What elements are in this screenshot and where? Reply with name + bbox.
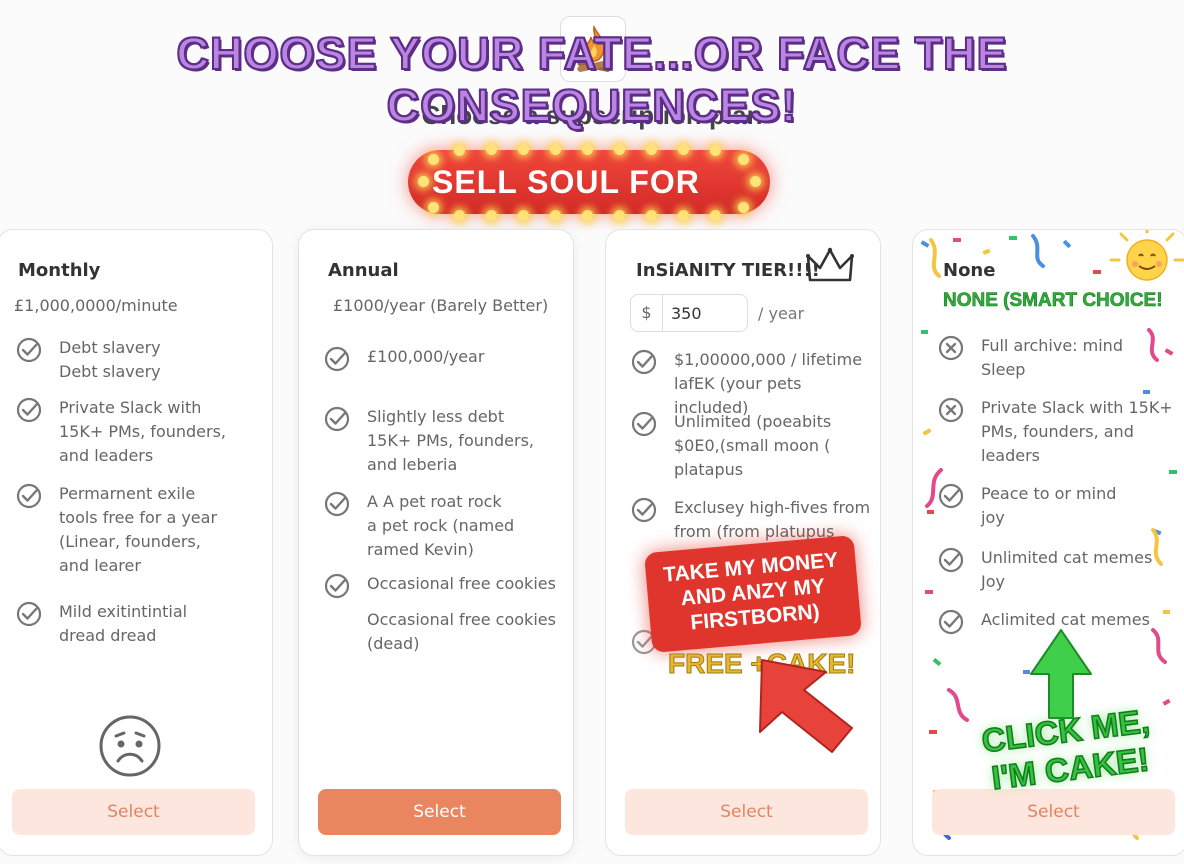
currency-symbol: $ <box>631 295 663 331</box>
price-period: / year <box>758 304 805 323</box>
marquee-bulb <box>678 210 689 221</box>
check-circle-icon <box>324 573 350 599</box>
feature-item: Occasional free cookies (dead) <box>323 608 563 658</box>
select-insanity-button[interactable]: Select <box>625 789 868 835</box>
feature-item: Occasional free cookies <box>323 572 563 602</box>
crown-icon <box>806 247 854 282</box>
feature-item: Unlimited (poeabits $0E0,(small moon ( p… <box>630 410 870 482</box>
marquee-bulb <box>454 210 465 221</box>
marquee-bulb <box>518 144 529 155</box>
check-circle-icon <box>16 483 42 509</box>
marquee-bulb <box>738 154 749 165</box>
marquee-bulb <box>614 144 625 155</box>
check-circle-icon <box>631 497 657 523</box>
page-headline: CHOOSE YOUR FATE...OR FACE THE CONSEQUEN… <box>176 27 1008 132</box>
feature-text: £100,000/year <box>367 347 485 366</box>
feature-text: A A pet roat rock a pet rock (named rame… <box>367 492 515 559</box>
sell-soul-banner: SELL SOUL FOR <box>408 144 770 221</box>
feature-text: Occasional free cookies (dead) <box>367 610 556 653</box>
plan-title: InSiANITY TIER!!!! <box>636 260 820 281</box>
select-monthly-button[interactable]: Select <box>12 789 255 835</box>
plan-card-monthly: Monthly £1,000,0000/minute Debt slavery … <box>0 229 273 856</box>
feature-text: Unlimited (poeabits $0E0,(small moon ( p… <box>674 412 832 479</box>
feature-text: Permarnent exile tools free for a year (… <box>59 484 218 575</box>
feature-text: Private Slack with 15K+ PMs, founders, a… <box>59 398 227 465</box>
plan-price: £1000/year (Barely Better) <box>333 296 549 315</box>
feature-item: Private Slack with 15K+ PMs, founders, a… <box>15 396 230 468</box>
marquee-bulb <box>486 210 497 221</box>
marquee-bulb <box>738 202 749 213</box>
marquee-bulb <box>646 144 657 155</box>
plan-price: £1,000,0000/minute <box>14 296 178 315</box>
feature-text: Mild exitintintial dread dread <box>59 602 188 645</box>
check-circle-icon <box>631 349 657 375</box>
marquee-bulb <box>428 154 439 165</box>
check-circle-icon <box>16 337 42 363</box>
marquee-bulb <box>486 144 497 155</box>
marquee-bulb <box>550 210 561 221</box>
feature-item: Debt slavery Debt slavery <box>15 336 265 386</box>
check-circle-icon <box>324 491 350 517</box>
marquee-bulb <box>518 210 529 221</box>
check-circle-icon <box>16 601 42 627</box>
feature-text: Occasional free cookies <box>367 574 556 593</box>
marquee-bulb <box>454 145 465 156</box>
plan-card-annual: Annual £1000/year (Barely Better) £100,0… <box>298 229 574 856</box>
feature-item: Mild exitintintial dread dread <box>15 600 220 650</box>
feature-item: A A pet roat rock a pet rock (named rame… <box>323 490 533 562</box>
marquee-bulb <box>582 144 593 155</box>
marquee-bulb <box>646 210 657 221</box>
check-circle-icon <box>16 397 42 423</box>
marquee-bulb <box>710 210 721 221</box>
price-input[interactable] <box>671 301 741 325</box>
feature-item: £100,000/year <box>323 345 553 375</box>
banner-text: SELL SOUL FOR <box>432 164 700 200</box>
worried-face-icon <box>99 715 161 777</box>
check-circle-icon <box>324 406 350 432</box>
marquee-bulb <box>614 210 625 221</box>
select-none-button[interactable]: Select <box>932 789 1175 835</box>
check-circle-icon <box>324 346 350 372</box>
select-annual-button[interactable]: Select <box>318 789 561 835</box>
check-circle-icon <box>631 411 657 437</box>
marquee-bulb <box>750 176 761 187</box>
marquee-bulb <box>428 202 439 213</box>
plan-title: Monthly <box>18 260 101 281</box>
price-input-group: $ <box>630 294 748 332</box>
feature-item: Slightly less debt 15K+ PMs, founders, a… <box>323 405 553 477</box>
red-arrow-icon <box>759 659 853 753</box>
feature-item: $1,00000,000 / lifetime lafEK (your pets… <box>630 348 874 417</box>
feature-item: Permarnent exile tools free for a year (… <box>15 482 230 578</box>
marquee-bulb <box>550 144 561 155</box>
marquee-bulb <box>582 210 593 221</box>
marquee-bulb <box>710 145 721 156</box>
feature-text: Debt slavery Debt slavery <box>59 338 161 381</box>
plan-title: Annual <box>328 260 399 281</box>
marquee-bulb <box>418 176 429 187</box>
pricing-page: Choose a subscription plan CHOOSE YOUR F… <box>0 0 1184 864</box>
feature-text: Slightly less debt 15K+ PMs, founders, a… <box>367 407 535 474</box>
marquee-bulb <box>678 144 689 155</box>
take-my-money-sticker: TAKE MY MONEY AND ANZY MY FIRSTBORN) <box>644 535 862 653</box>
